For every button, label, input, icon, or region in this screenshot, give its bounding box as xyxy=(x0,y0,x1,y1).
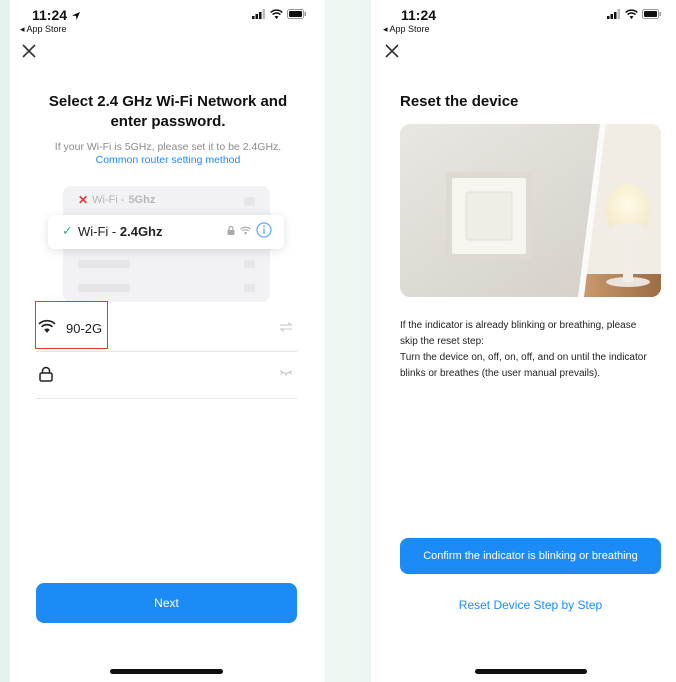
band-24ghz-card: ✓ Wi-Fi - 2.4Ghz xyxy=(48,215,284,249)
band-card-icons xyxy=(227,222,272,238)
reset-device-screen: 11:24 ◂ App Store Reset the device If th… xyxy=(371,0,676,682)
back-to-app-store[interactable]: ◂ App Store xyxy=(383,24,430,35)
placeholder-bar xyxy=(244,260,255,268)
eye-closed-icon[interactable] xyxy=(279,369,293,377)
status-time: 11:24 xyxy=(401,7,437,23)
home-indicator xyxy=(475,669,587,674)
wifi-status-icon xyxy=(625,9,638,19)
confirm-indicator-button[interactable]: Confirm the indicator is blinking or bre… xyxy=(400,538,661,574)
placeholder-bar xyxy=(244,284,255,292)
reset-instruction-line-2: Turn the device on, off, on, off, and on… xyxy=(400,352,647,379)
signal-icon xyxy=(252,9,265,19)
device-reset-illustration xyxy=(400,124,661,297)
placeholder-bar xyxy=(78,284,130,292)
wifi-icon xyxy=(240,226,251,235)
reset-instructions: If the indicator is already blinking or … xyxy=(400,318,655,382)
switch-network-icon[interactable] xyxy=(279,322,293,332)
page-title: Reset the device xyxy=(400,93,519,110)
wifi-status-icon xyxy=(270,9,283,19)
info-icon xyxy=(256,222,272,238)
status-bar: 11:24 ◂ App Store xyxy=(10,0,325,38)
wifi-setup-screen: 11:24 ◂ App Store Select 2.4 GHz Wi-Fi N… xyxy=(10,0,325,682)
lock-icon xyxy=(227,225,235,235)
placeholder-bar xyxy=(78,260,130,268)
close-icon xyxy=(22,44,36,58)
check-icon: ✓ xyxy=(62,223,73,238)
home-indicator xyxy=(110,669,223,674)
status-icons xyxy=(252,9,307,19)
lock-icon xyxy=(39,366,53,382)
band-5ghz-prefix: Wi-Fi - xyxy=(92,194,125,206)
back-to-app-store[interactable]: ◂ App Store xyxy=(20,24,67,35)
battery-icon xyxy=(287,9,306,19)
battery-icon xyxy=(642,9,661,19)
status-icons xyxy=(607,9,662,19)
cross-icon: ✕ xyxy=(78,193,89,207)
placeholder-bar xyxy=(244,197,255,206)
status-time: 11:24 xyxy=(32,7,81,23)
band-24ghz-label: Wi-Fi - 2.4Ghz xyxy=(78,224,163,239)
signal-icon xyxy=(607,9,620,19)
location-arrow-icon xyxy=(71,12,80,21)
next-button[interactable]: Next xyxy=(36,583,297,623)
switch-and-lamp-image xyxy=(400,124,661,297)
band-5ghz-label: 5Ghz xyxy=(128,194,156,206)
page-title: Select 2.4 GHz Wi-Fi Network and enter p… xyxy=(48,93,288,130)
router-setting-link[interactable]: Common router setting method xyxy=(96,154,241,166)
status-bar: 11:24 ◂ App Store xyxy=(371,0,676,38)
password-field[interactable] xyxy=(36,352,297,399)
band-hint: If your Wi-Fi is 5GHz, please set it to … xyxy=(30,141,306,167)
reset-step-by-step-link[interactable]: Reset Device Step by Step xyxy=(400,598,661,612)
reset-instruction-line-1: If the indicator is already blinking or … xyxy=(400,320,637,347)
close-icon xyxy=(385,44,399,58)
close-button[interactable] xyxy=(22,44,38,60)
ssid-highlight-box xyxy=(35,301,108,349)
band-5ghz-row: ✕ Wi-Fi - 5Ghz xyxy=(78,193,155,207)
band-hint-text: If your Wi-Fi is 5GHz, please set it to … xyxy=(54,141,282,153)
close-button[interactable] xyxy=(385,44,401,60)
